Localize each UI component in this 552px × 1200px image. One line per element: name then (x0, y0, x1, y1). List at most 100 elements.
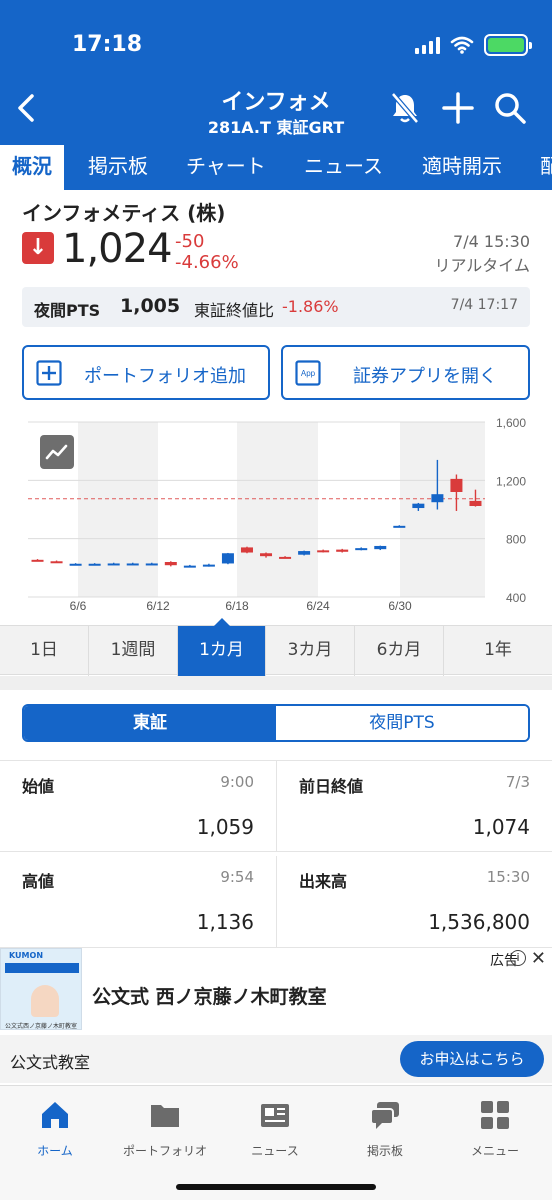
ad-thumbnail[interactable]: KUMON 公文式西ノ京藤ノ木町教室 (0, 948, 82, 1030)
tab-overview[interactable]: 概況 (0, 145, 64, 190)
app-icon-text: App (301, 369, 316, 378)
ad-cta-button[interactable]: お申込はこちら (400, 1041, 544, 1077)
bottom-nav: ホーム ポートフォリオ ニュース 掲示板 メニュー (0, 1085, 552, 1200)
x-tick-label: 6/24 (306, 599, 330, 613)
tab-board[interactable]: 掲示板 (88, 145, 148, 190)
nav-news[interactable]: ニュース (220, 1094, 330, 1164)
nav-label: メニュー (470, 1144, 519, 1158)
company-name: インフォメティス (株) (22, 201, 226, 225)
quote-volume: 出来高 15:30 1,536,800 (276, 856, 552, 948)
nav-board[interactable]: 掲示板 (330, 1094, 440, 1164)
candle-body (469, 500, 482, 506)
candle-body (202, 564, 215, 567)
ad-title[interactable]: 公文式 西ノ京藤ノ木町教室 (92, 982, 327, 1009)
nav-menu[interactable]: メニュー (440, 1094, 550, 1164)
y-tick-label: 1,200 (496, 474, 526, 488)
candlestick-chart: 1,600 1,200 800 400 6/6 6/12 6/18 6/24 6/30 (28, 416, 526, 613)
pts-compare-label: 東証終値比 (194, 301, 275, 320)
candle-body (126, 563, 139, 566)
nav-portfolio[interactable]: ポートフォリオ (110, 1094, 220, 1164)
chart-band (237, 422, 318, 597)
market-pts-button[interactable]: 夜間PTS (276, 706, 528, 740)
pts-summary: 夜間PTS 1,005 東証終値比 -1.86% 7/4 17:17 (22, 287, 530, 327)
ad-thumb-banner (5, 963, 79, 973)
search-icon (495, 93, 526, 124)
pts-label: 夜間PTS (34, 301, 101, 320)
candle-body (355, 548, 368, 551)
chart-mode-button[interactable] (40, 435, 74, 469)
pts-compare-value: -1.86% (282, 297, 339, 316)
y-tick-label: 400 (506, 591, 526, 605)
search-button[interactable] (490, 88, 530, 128)
chat-icon (370, 1102, 399, 1129)
tab-news[interactable]: ニュース (304, 145, 383, 190)
quote-open: 始値 9:00 1,059 (0, 760, 276, 852)
pts-timestamp: 7/4 17:17 (450, 297, 518, 313)
candle-body (279, 556, 292, 559)
candle-body (298, 551, 311, 555)
portfolio-add-label: ポートフォリオ追加 (84, 366, 246, 387)
open-app-label: 証券アプリを開く (353, 366, 497, 387)
quote-time: 15:30 (486, 868, 530, 886)
nav-label: 掲示板 (366, 1144, 403, 1158)
quote-label: 高値 (22, 872, 55, 891)
price-chart[interactable]: 1,600 1,200 800 400 6/6 6/12 6/18 6/24 6/30 (0, 410, 552, 625)
quote-value: 1,136 (196, 910, 254, 934)
grid-icon (481, 1101, 509, 1129)
candle-body (393, 525, 406, 528)
market-toggle: 東証 夜間PTS (22, 704, 530, 742)
period-1y[interactable]: 1年 (444, 626, 552, 676)
price-change: -50 (175, 231, 205, 252)
portfolio-add-button[interactable]: ポートフォリオ追加 (22, 345, 270, 400)
folder-icon (151, 1105, 179, 1127)
period-marker (213, 618, 231, 627)
quote-value: 1,536,800 (428, 910, 530, 934)
ad-banner[interactable]: KUMON 公文式西ノ京藤ノ木町教室 公文式 西ノ京藤ノ木町教室 広告 i ✕ (0, 948, 552, 1033)
market-tse-button[interactable]: 東証 (24, 706, 276, 740)
plus-icon (442, 92, 474, 124)
quote-value: 1,074 (472, 815, 530, 839)
nav-home[interactable]: ホーム (0, 1094, 110, 1164)
period-1m[interactable]: 1カ月 (178, 626, 266, 676)
candle-body (221, 553, 234, 564)
header: 17:18 インフォメ 281A.T 東証GRT 概況 掲示板 チャート ニュー… (0, 0, 552, 190)
chart-band (400, 422, 485, 597)
period-3m[interactable]: 3カ月 (266, 626, 355, 676)
quote-high: 高値 9:54 1,136 (0, 856, 276, 948)
line-chart-icon (45, 444, 68, 460)
period-1d[interactable]: 1日 (0, 626, 89, 676)
nav-label: ホーム (37, 1144, 73, 1158)
candle-body (374, 545, 387, 550)
add-button[interactable] (438, 88, 478, 128)
ad-source: 公文式教室 (10, 1053, 91, 1072)
ad-brand: KUMON (9, 951, 44, 960)
realtime-label: リアルタイム (434, 256, 530, 275)
candle-body (336, 549, 349, 552)
tab-dividend[interactable]: 配 (540, 145, 552, 190)
candle-body (240, 547, 253, 553)
candle-body (431, 494, 444, 503)
x-tick-label: 6/18 (225, 599, 249, 613)
tab-bar: 概況 掲示板 チャート ニュース 適時開示 配 (0, 145, 552, 190)
close-icon[interactable]: ✕ (531, 948, 546, 969)
status-icons (415, 34, 532, 56)
quote-label: 出来高 (299, 872, 348, 891)
status-time: 17:18 (72, 32, 143, 57)
period-6m[interactable]: 6カ月 (355, 626, 444, 676)
current-price: 1,024 (62, 226, 173, 272)
period-selector: 1日 1週間 1カ月 3カ月 6カ月 1年 (0, 625, 552, 676)
candle-body (164, 562, 177, 566)
pts-value: 1,005 (120, 295, 181, 317)
info-icon[interactable]: i (510, 950, 526, 966)
home-icon (42, 1102, 68, 1128)
home-indicator (176, 1184, 376, 1190)
open-app-button[interactable]: App 証券アプリを開く (281, 345, 530, 400)
tab-disclosure[interactable]: 適時開示 (422, 145, 502, 190)
tab-chart[interactable]: チャート (186, 145, 266, 190)
notification-button[interactable] (385, 88, 425, 128)
period-1w[interactable]: 1週間 (89, 626, 178, 676)
down-arrow-icon: ↓ (22, 232, 54, 264)
newspaper-icon (261, 1104, 289, 1127)
y-tick-label: 800 (506, 533, 526, 547)
plus-square-icon (36, 360, 62, 386)
